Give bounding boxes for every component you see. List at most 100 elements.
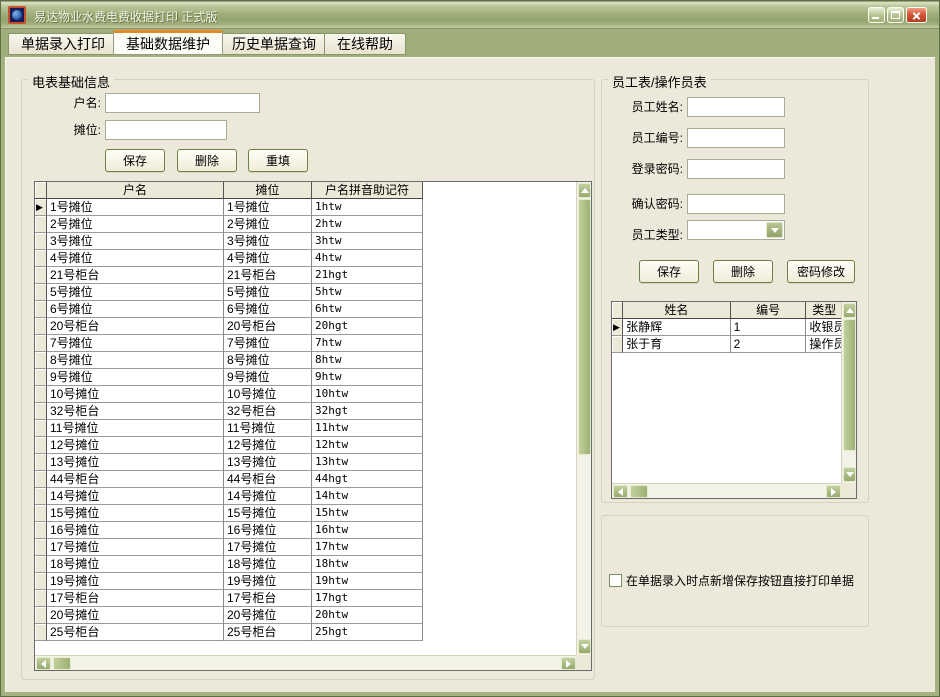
row-selector[interactable]	[35, 505, 47, 522]
grid-cell[interactable]: 4号摊位	[47, 250, 224, 267]
meter-reset-button[interactable]: 重填	[248, 149, 308, 172]
meter-table-vertical-scrollbar[interactable]	[576, 182, 591, 655]
grid-cell[interactable]: 16号摊位	[47, 522, 224, 539]
grid-cell[interactable]: 20hgt	[312, 318, 423, 335]
scroll-right-button[interactable]	[561, 657, 576, 670]
row-selector[interactable]	[35, 335, 47, 352]
scroll-left-button[interactable]	[613, 485, 628, 498]
table-row[interactable]: 20号柜台20号柜台20hgt	[35, 318, 578, 335]
grid-cell[interactable]: 21号柜台	[47, 267, 224, 284]
grid-cell[interactable]: 8号摊位	[47, 352, 224, 369]
employee-type-dropdown[interactable]	[687, 220, 785, 240]
direct-print-checkbox[interactable]	[609, 574, 622, 587]
grid-cell[interactable]: 8htw	[312, 352, 423, 369]
grid-cell[interactable]: 32号柜台	[224, 403, 312, 420]
employee-table-horizontal-scrollbar[interactable]	[612, 483, 842, 498]
minimize-button[interactable]	[868, 7, 885, 23]
grid-cell[interactable]: 20号摊位	[47, 607, 224, 624]
grid-cell[interactable]: 张于育	[623, 336, 731, 353]
stall-input[interactable]	[105, 120, 227, 140]
table-row[interactable]: ▶张静辉1收银员	[612, 319, 843, 336]
row-selector[interactable]: ▶	[612, 319, 623, 336]
table-row[interactable]: 2号摊位2号摊位2htw	[35, 216, 578, 233]
table-row[interactable]: 18号摊位18号摊位18htw	[35, 556, 578, 573]
grid-cell[interactable]: 4号摊位	[224, 250, 312, 267]
scroll-up-button[interactable]	[843, 303, 856, 318]
confirm-password-input[interactable]	[687, 194, 785, 214]
grid-cell[interactable]: 20号柜台	[224, 318, 312, 335]
table-row[interactable]: 32号柜台32号柜台32hgt	[35, 403, 578, 420]
grid-cell[interactable]: 18号摊位	[47, 556, 224, 573]
row-selector[interactable]	[612, 336, 623, 353]
table-row[interactable]: 13号摊位13号摊位13htw	[35, 454, 578, 471]
row-selector[interactable]	[35, 250, 47, 267]
table-row[interactable]: 5号摊位5号摊位5htw	[35, 284, 578, 301]
grid-cell[interactable]: 14htw	[312, 488, 423, 505]
table-row[interactable]: 14号摊位14号摊位14htw	[35, 488, 578, 505]
grid-cell[interactable]: 4htw	[312, 250, 423, 267]
grid-cell[interactable]: 25号柜台	[224, 624, 312, 641]
grid-cell[interactable]: 7号摊位	[47, 335, 224, 352]
table-row[interactable]: 6号摊位6号摊位6htw	[35, 301, 578, 318]
table-row[interactable]: 7号摊位7号摊位7htw	[35, 335, 578, 352]
meter-save-button[interactable]: 保存	[105, 149, 165, 172]
row-selector[interactable]	[35, 607, 47, 624]
grid-cell[interactable]: 11号摊位	[224, 420, 312, 437]
grid-cell[interactable]: 5号摊位	[47, 284, 224, 301]
grid-cell[interactable]: 13号摊位	[224, 454, 312, 471]
grid-cell[interactable]: 7htw	[312, 335, 423, 352]
grid-cell[interactable]: 10号摊位	[47, 386, 224, 403]
tab-history-query[interactable]: 历史单据查询	[219, 33, 329, 55]
employee-name-input[interactable]	[687, 97, 785, 117]
scrollbar-thumb[interactable]	[630, 485, 648, 498]
row-selector[interactable]	[35, 624, 47, 641]
grid-cell[interactable]: 张静辉	[623, 319, 731, 336]
scroll-down-button[interactable]	[578, 639, 591, 654]
login-password-input[interactable]	[687, 159, 785, 179]
table-row[interactable]: 21号柜台21号柜台21hgt	[35, 267, 578, 284]
table-row[interactable]: 17号摊位17号摊位17htw	[35, 539, 578, 556]
grid-cell[interactable]: 18号摊位	[224, 556, 312, 573]
grid-cell[interactable]: 20号柜台	[47, 318, 224, 335]
grid-cell[interactable]: 1	[731, 319, 807, 336]
grid-cell[interactable]: 44号柜台	[224, 471, 312, 488]
table-row[interactable]: ▶1号摊位1号摊位1htw	[35, 199, 578, 216]
grid-cell[interactable]: 20号摊位	[224, 607, 312, 624]
grid-cell[interactable]: 17hgt	[312, 590, 423, 607]
grid-cell[interactable]: 17号摊位	[224, 539, 312, 556]
grid-cell[interactable]: 5htw	[312, 284, 423, 301]
grid-cell[interactable]: 19htw	[312, 573, 423, 590]
row-selector[interactable]	[35, 233, 47, 250]
row-selector[interactable]	[35, 369, 47, 386]
table-row[interactable]: 20号摊位20号摊位20htw	[35, 607, 578, 624]
employee-table-vertical-scrollbar[interactable]	[841, 302, 856, 483]
grid-cell[interactable]: 9htw	[312, 369, 423, 386]
grid-cell[interactable]: 2号摊位	[47, 216, 224, 233]
grid-cell[interactable]: 13号摊位	[47, 454, 224, 471]
grid-cell[interactable]: 6号摊位	[224, 301, 312, 318]
grid-cell[interactable]: 6htw	[312, 301, 423, 318]
row-selector[interactable]	[35, 539, 47, 556]
tab-online-help[interactable]: 在线帮助	[324, 33, 406, 55]
grid-cell[interactable]: 16htw	[312, 522, 423, 539]
grid-cell[interactable]: 15号摊位	[224, 505, 312, 522]
row-selector[interactable]	[35, 556, 47, 573]
table-row[interactable]: 9号摊位9号摊位9htw	[35, 369, 578, 386]
grid-cell[interactable]: 18htw	[312, 556, 423, 573]
grid-cell[interactable]: 15htw	[312, 505, 423, 522]
grid-cell[interactable]: 7号摊位	[224, 335, 312, 352]
row-selector[interactable]	[35, 590, 47, 607]
grid-cell[interactable]: 25号柜台	[47, 624, 224, 641]
table-row[interactable]: 张于育2操作员	[612, 336, 843, 353]
grid-cell[interactable]: 9号摊位	[47, 369, 224, 386]
row-selector[interactable]	[35, 284, 47, 301]
grid-cell[interactable]: 2号摊位	[224, 216, 312, 233]
row-selector[interactable]	[35, 488, 47, 505]
grid-cell[interactable]: 5号摊位	[224, 284, 312, 301]
employee-delete-button[interactable]: 删除	[713, 260, 773, 283]
scroll-right-button[interactable]	[826, 485, 841, 498]
table-row[interactable]: 25号柜台25号柜台25hgt	[35, 624, 578, 641]
grid-cell[interactable]: 3号摊位	[224, 233, 312, 250]
row-selector[interactable]	[35, 471, 47, 488]
grid-cell[interactable]: 11号摊位	[47, 420, 224, 437]
